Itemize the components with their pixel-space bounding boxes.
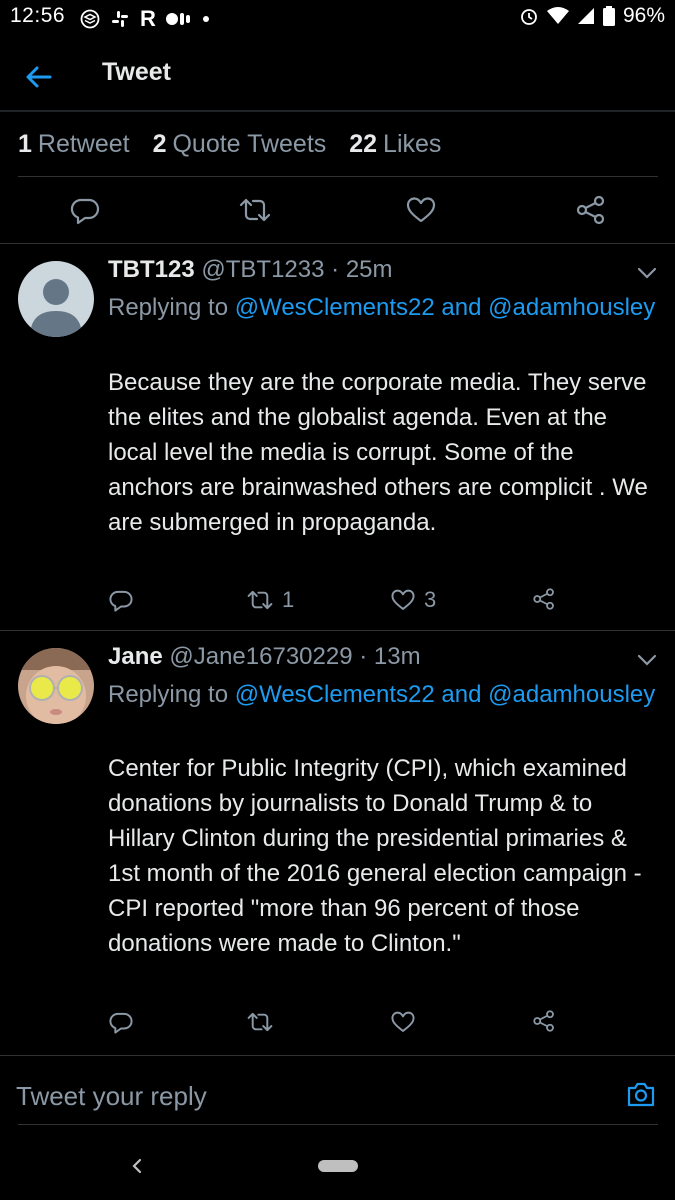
quote-tweets-label: Quote Tweets [172, 130, 327, 158]
reply-icon [69, 194, 101, 226]
separator: · [331, 256, 340, 283]
system-back-button[interactable] [128, 1154, 146, 1178]
header-divider [0, 110, 675, 112]
retweet-icon [246, 1009, 274, 1035]
reply-tweet[interactable]: Jane @Jane16730229 · 13m Replying to @We… [0, 631, 675, 1055]
mention-conjunction: and [441, 681, 482, 708]
reply-input-underline [18, 1124, 658, 1125]
like-button[interactable] [405, 194, 437, 226]
chevron-down-icon [636, 653, 658, 667]
like-icon [390, 1009, 416, 1035]
more-options-button[interactable] [636, 266, 658, 280]
retweet-button[interactable] [238, 194, 271, 226]
like-button[interactable]: 3 [390, 587, 436, 613]
retweets-count: 1 [18, 130, 32, 158]
tweet-actions [108, 1009, 658, 1039]
handle[interactable]: @Jane16730229 [169, 643, 352, 670]
tweet-header: TBT123 @TBT1233 · 25m [108, 256, 393, 284]
tweet-text: Center for Public Integrity (CPI), which… [108, 755, 642, 957]
signal-icon [577, 7, 595, 25]
reply-button[interactable] [69, 194, 101, 226]
tweet-text: Because they are the corporate media. Th… [108, 369, 648, 536]
tweet-action-bar [0, 190, 675, 230]
handle[interactable]: @TBT1233 [201, 256, 324, 283]
retweets-label: Retweet [37, 130, 130, 158]
timestamp: 25m [345, 256, 393, 283]
replying-to-label: Replying to [108, 294, 229, 321]
arrow-left-icon [22, 60, 56, 94]
reply-composer [0, 1062, 675, 1132]
like-icon [405, 194, 437, 226]
mention-link[interactable]: @adamhousley [488, 294, 655, 321]
more-options-button[interactable] [636, 653, 658, 667]
share-icon [575, 194, 607, 226]
system-nav-bar [0, 1140, 675, 1200]
quote-tweets-stat[interactable]: 2 Quote Tweets [153, 130, 327, 158]
dot-icon [202, 15, 210, 23]
mention-link[interactable]: @adamhousley [488, 681, 655, 708]
reply-input[interactable] [16, 1076, 606, 1116]
mention-link[interactable]: @WesClements22 [235, 681, 435, 708]
likes-stat[interactable]: 22 Likes [349, 130, 441, 158]
like-count: 3 [424, 587, 437, 612]
engagement-stats: 1 Retweet 2 Quote Tweets 22 Likes [18, 130, 457, 159]
retweet-count: 1 [282, 587, 295, 612]
reddit-icon: R [140, 6, 156, 31]
chevron-down-icon [636, 266, 658, 280]
status-bar: 12:56 R 96% [0, 0, 675, 36]
reply-tweet[interactable]: TBT123 @TBT1233 · 25m Replying to @WesCl… [0, 244, 675, 630]
mention-link[interactable]: @WesClements22 [235, 294, 435, 321]
display-name[interactable]: Jane [108, 643, 163, 670]
stats-divider [18, 176, 658, 177]
timestamp: 13m [373, 643, 421, 670]
tweet-actions: 1 3 [108, 587, 658, 617]
share-button[interactable] [532, 1009, 556, 1033]
status-left-icons: R [80, 6, 210, 32]
home-pill[interactable] [318, 1160, 358, 1172]
camera-button[interactable] [625, 1078, 657, 1110]
display-name[interactable]: TBT123 [108, 256, 195, 283]
share-button[interactable] [575, 194, 607, 226]
share-button[interactable] [532, 587, 556, 611]
reply-icon [108, 587, 134, 613]
alarm-icon [519, 6, 539, 26]
retweets-stat[interactable]: 1 Retweet [18, 130, 130, 158]
status-right: 96% [519, 4, 665, 28]
chevron-left-icon [128, 1154, 146, 1178]
separator: · [359, 643, 368, 670]
replying-to-label: Replying to [108, 681, 229, 708]
likes-count: 22 [349, 130, 378, 158]
wifi-icon [546, 7, 569, 25]
page-title: Tweet [102, 58, 171, 86]
slack-icon [110, 9, 130, 29]
replying-to: Replying to @WesClements22 and @adamhous… [108, 677, 658, 712]
camera-icon [625, 1078, 657, 1110]
retweet-button[interactable] [246, 1009, 282, 1035]
mention-conjunction: and [441, 294, 482, 321]
like-button[interactable] [390, 1009, 424, 1035]
quote-tweets-count: 2 [152, 130, 167, 158]
avatar[interactable] [18, 648, 94, 724]
share-icon [532, 587, 556, 611]
likes-label: Likes [383, 130, 442, 158]
share-icon [532, 1009, 556, 1033]
reply-icon [108, 1009, 134, 1035]
retweet-button[interactable]: 1 [246, 587, 294, 613]
avatar[interactable] [18, 261, 94, 337]
replying-to: Replying to @WesClements22 and @adamhous… [108, 290, 658, 325]
battery-percent: 96% [622, 4, 665, 27]
like-icon [390, 587, 416, 613]
back-button[interactable] [22, 60, 56, 94]
tweet-header: Jane @Jane16730229 · 13m [108, 643, 421, 671]
app-header: Tweet [0, 40, 675, 110]
battery-icon [602, 6, 615, 26]
stack-icon [80, 9, 100, 29]
reply-button[interactable] [108, 587, 134, 613]
retweet-icon [238, 194, 271, 226]
reply-button[interactable] [108, 1009, 134, 1035]
dots-icon [165, 11, 192, 27]
reply-box-divider [0, 1055, 675, 1056]
status-time: 12:56 [10, 4, 66, 27]
retweet-icon [246, 587, 274, 613]
